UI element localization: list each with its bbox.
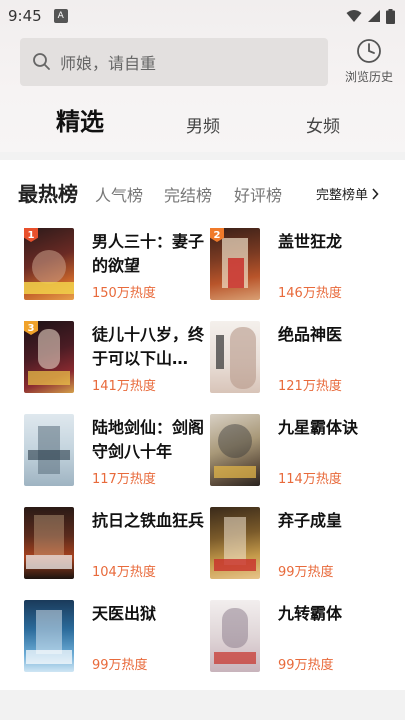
status-bar: 9:45 A	[0, 0, 405, 32]
tab-featured[interactable]: 精选	[56, 102, 104, 137]
search-input[interactable]: 师娘，请自重	[20, 38, 328, 86]
book-title: 男人三十：妻子的欲望	[92, 232, 204, 275]
clock-icon	[357, 39, 381, 63]
book-cover	[210, 600, 260, 672]
book-title: 陆地剑仙：剑阁守剑八十年	[92, 418, 204, 461]
tab-popular-ranking[interactable]: 人气榜	[95, 182, 143, 206]
tab-finished-ranking[interactable]: 完结榜	[164, 182, 212, 206]
book-title: 九转霸体	[278, 604, 343, 623]
tab-hot-ranking[interactable]: 最热榜	[18, 178, 78, 207]
book-title: 九星霸体诀	[278, 418, 359, 437]
chevron-right-icon	[372, 187, 379, 200]
book-heat: 150万热度	[92, 286, 156, 301]
status-time: 9:45	[8, 7, 42, 25]
tab-good-ranking[interactable]: 好评榜	[234, 182, 282, 206]
app-screen: 9:45 A 师娘，请自重 浏览历史 精选 男频 女频 最热榜 人气榜 完结榜 …	[0, 0, 405, 720]
channel-tabs: 精选 男频 女频	[0, 100, 405, 146]
book-title: 天医出狱	[92, 604, 157, 623]
book-title: 绝品神医	[278, 325, 343, 344]
header-area: 9:45 A 师娘，请自重 浏览历史 精选 男频 女频	[0, 0, 405, 152]
tab-male[interactable]: 男频	[186, 112, 220, 137]
ranking-card: 最热榜 人气榜 完结榜 好评榜 完整榜单 1 男人三十：妻子的欲望 150万热度	[0, 160, 405, 690]
history-label: 浏览历史	[344, 70, 393, 84]
book-cover	[24, 507, 74, 579]
search-placeholder: 师娘，请自重	[60, 54, 157, 73]
book-item[interactable]: 2 盖世狂龙 146万热度	[210, 228, 400, 306]
book-cover	[210, 321, 260, 393]
book-item[interactable]: 九星霸体诀 114万热度	[210, 414, 400, 492]
book-heat: 99万热度	[92, 658, 148, 673]
book-item[interactable]: 抗日之铁血狂兵 104万热度	[24, 507, 214, 585]
book-cover	[24, 600, 74, 672]
app-notification-icon: A	[53, 9, 68, 23]
book-item[interactable]: 绝品神医 121万热度	[210, 321, 400, 399]
history-button[interactable]: 浏览历史	[336, 38, 402, 88]
full-ranking-label: 完整榜单	[316, 188, 369, 203]
wifi-icon	[346, 10, 362, 22]
book-heat: 99万热度	[278, 658, 334, 673]
book-heat: 104万热度	[92, 565, 156, 580]
search-icon	[33, 53, 50, 70]
book-heat: 99万热度	[278, 565, 334, 580]
book-heat: 146万热度	[278, 286, 342, 301]
book-title: 抗日之铁血狂兵	[92, 511, 204, 530]
book-item[interactable]: 弃子成皇 99万热度	[210, 507, 400, 585]
ranking-tabs: 最热榜 人气榜 完结榜 好评榜 完整榜单	[0, 160, 405, 220]
book-heat: 141万热度	[92, 379, 156, 394]
book-title: 徒儿十八岁，终于可以下山…	[92, 325, 204, 368]
book-heat: 121万热度	[278, 379, 342, 394]
signal-icon	[368, 10, 380, 22]
full-ranking-link[interactable]: 完整榜单	[316, 184, 379, 203]
bottom-divider	[0, 694, 405, 720]
book-item[interactable]: 九转霸体 99万热度	[210, 600, 400, 678]
book-item[interactable]: 陆地剑仙：剑阁守剑八十年 117万热度	[24, 414, 214, 492]
book-cover	[210, 507, 260, 579]
book-cover	[24, 414, 74, 486]
book-title: 弃子成皇	[278, 511, 343, 530]
book-item[interactable]: 3 徒儿十八岁，终于可以下山… 141万热度	[24, 321, 214, 399]
battery-icon	[386, 8, 395, 24]
tab-female[interactable]: 女频	[306, 112, 340, 137]
book-title: 盖世狂龙	[278, 232, 343, 251]
book-item[interactable]: 天医出狱 99万热度	[24, 600, 214, 678]
book-item[interactable]: 1 男人三十：妻子的欲望 150万热度	[24, 228, 214, 306]
book-heat: 114万热度	[278, 472, 342, 487]
book-cover	[210, 414, 260, 486]
book-heat: 117万热度	[92, 472, 156, 487]
